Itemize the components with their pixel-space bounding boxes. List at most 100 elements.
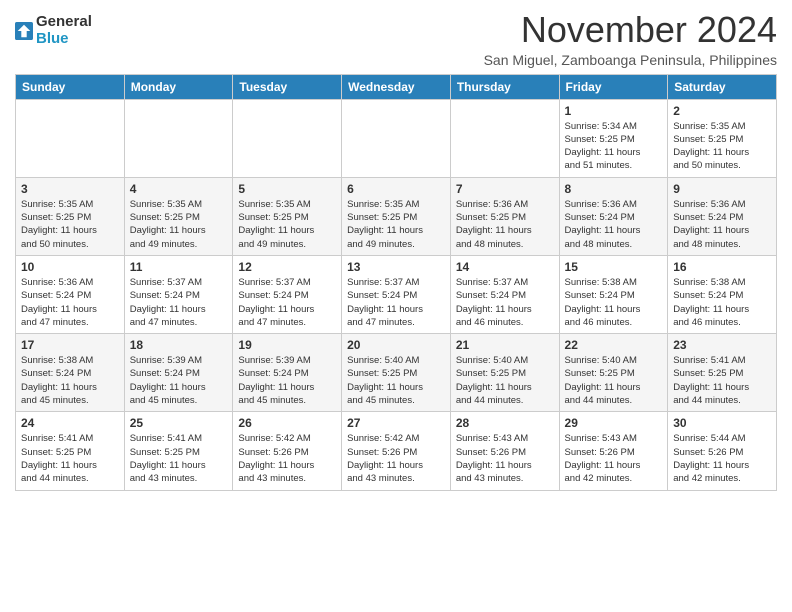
weekday-header-monday: Monday (124, 74, 233, 99)
day-number: 3 (21, 182, 119, 196)
calendar-week-2: 3 Sunrise: 5:35 AM Sunset: 5:25 PM Daylig… (16, 177, 777, 255)
day-info: Sunrise: 5:37 AM Sunset: 5:24 PM Dayligh… (347, 276, 445, 329)
day-info: Sunrise: 5:35 AM Sunset: 5:25 PM Dayligh… (673, 120, 771, 173)
day-info: Sunrise: 5:40 AM Sunset: 5:25 PM Dayligh… (565, 354, 663, 407)
day-number: 26 (238, 416, 336, 430)
day-number: 2 (673, 104, 771, 118)
day-number: 15 (565, 260, 663, 274)
calendar-cell: 19 Sunrise: 5:39 AM Sunset: 5:24 PM Dayli… (233, 334, 342, 412)
location-subtitle: San Miguel, Zamboanga Peninsula, Philipp… (484, 52, 777, 68)
day-number: 18 (130, 338, 228, 352)
day-number: 22 (565, 338, 663, 352)
calendar-cell (233, 99, 342, 177)
day-info: Sunrise: 5:44 AM Sunset: 5:26 PM Dayligh… (673, 432, 771, 485)
day-number: 25 (130, 416, 228, 430)
page-header: General Blue November 2024 San Miguel, Z… (15, 10, 777, 68)
day-info: Sunrise: 5:39 AM Sunset: 5:24 PM Dayligh… (130, 354, 228, 407)
day-number: 13 (347, 260, 445, 274)
calendar-cell (342, 99, 451, 177)
day-number: 30 (673, 416, 771, 430)
calendar-cell: 2 Sunrise: 5:35 AM Sunset: 5:25 PM Daylig… (668, 99, 777, 177)
logo-line1: General (36, 14, 92, 31)
day-info: Sunrise: 5:38 AM Sunset: 5:24 PM Dayligh… (21, 354, 119, 407)
calendar-cell: 5 Sunrise: 5:35 AM Sunset: 5:25 PM Daylig… (233, 177, 342, 255)
title-block: November 2024 San Miguel, Zamboanga Peni… (484, 10, 777, 68)
day-info: Sunrise: 5:36 AM Sunset: 5:24 PM Dayligh… (673, 198, 771, 251)
calendar-cell: 9 Sunrise: 5:36 AM Sunset: 5:24 PM Daylig… (668, 177, 777, 255)
calendar-week-5: 24 Sunrise: 5:41 AM Sunset: 5:25 PM Dayli… (16, 412, 777, 490)
logo-line2: Blue (36, 31, 92, 48)
day-number: 19 (238, 338, 336, 352)
day-info: Sunrise: 5:35 AM Sunset: 5:25 PM Dayligh… (21, 198, 119, 251)
calendar-cell: 4Sunrise: 5:35 AM Sunset: 5:25 PM Daylig… (124, 177, 233, 255)
weekday-header-sunday: Sunday (16, 74, 125, 99)
calendar-cell: 16Sunrise: 5:38 AM Sunset: 5:24 PM Dayli… (668, 255, 777, 333)
calendar-week-4: 17 Sunrise: 5:38 AM Sunset: 5:24 PM Dayli… (16, 334, 777, 412)
weekday-header-tuesday: Tuesday (233, 74, 342, 99)
weekday-header-saturday: Saturday (668, 74, 777, 99)
calendar-cell: 15 Sunrise: 5:38 AM Sunset: 5:24 PM Dayli… (559, 255, 668, 333)
calendar-cell: 7 Sunrise: 5:36 AM Sunset: 5:25 PM Daylig… (450, 177, 559, 255)
logo: General Blue (15, 14, 92, 47)
day-number: 7 (456, 182, 554, 196)
calendar-cell: 13 Sunrise: 5:37 AM Sunset: 5:24 PM Dayli… (342, 255, 451, 333)
calendar-cell: 8 Sunrise: 5:36 AM Sunset: 5:24 PM Daylig… (559, 177, 668, 255)
day-info: Sunrise: 5:41 AM Sunset: 5:25 PM Dayligh… (21, 432, 119, 485)
day-number: 9 (673, 182, 771, 196)
day-info: Sunrise: 5:37 AM Sunset: 5:24 PM Dayligh… (130, 276, 228, 329)
day-info: Sunrise: 5:37 AM Sunset: 5:24 PM Dayligh… (456, 276, 554, 329)
day-info: Sunrise: 5:41 AM Sunset: 5:25 PM Dayligh… (130, 432, 228, 485)
calendar-cell: 3 Sunrise: 5:35 AM Sunset: 5:25 PM Daylig… (16, 177, 125, 255)
day-info: Sunrise: 5:34 AM Sunset: 5:25 PM Dayligh… (565, 120, 663, 173)
calendar-cell: 24 Sunrise: 5:41 AM Sunset: 5:25 PM Dayli… (16, 412, 125, 490)
day-number: 23 (673, 338, 771, 352)
logo-icon (15, 22, 33, 40)
day-info: Sunrise: 5:38 AM Sunset: 5:24 PM Dayligh… (565, 276, 663, 329)
calendar-cell: 29 Sunrise: 5:43 AM Sunset: 5:26 PM Dayli… (559, 412, 668, 490)
day-info: Sunrise: 5:36 AM Sunset: 5:25 PM Dayligh… (456, 198, 554, 251)
calendar-cell: 18 Sunrise: 5:39 AM Sunset: 5:24 PM Dayli… (124, 334, 233, 412)
day-number: 27 (347, 416, 445, 430)
calendar-cell: 1 Sunrise: 5:34 AM Sunset: 5:25 PM Daylig… (559, 99, 668, 177)
weekday-header-thursday: Thursday (450, 74, 559, 99)
day-info: Sunrise: 5:42 AM Sunset: 5:26 PM Dayligh… (238, 432, 336, 485)
calendar-cell: 22 Sunrise: 5:40 AM Sunset: 5:25 PM Dayli… (559, 334, 668, 412)
day-info: Sunrise: 5:42 AM Sunset: 5:26 PM Dayligh… (347, 432, 445, 485)
day-number: 8 (565, 182, 663, 196)
calendar-cell (124, 99, 233, 177)
day-info: Sunrise: 5:35 AM Sunset: 5:25 PM Dayligh… (238, 198, 336, 251)
calendar-week-3: 10Sunrise: 5:36 AM Sunset: 5:24 PM Dayli… (16, 255, 777, 333)
day-number: 16 (673, 260, 771, 274)
day-info: Sunrise: 5:36 AM Sunset: 5:24 PM Dayligh… (565, 198, 663, 251)
day-number: 20 (347, 338, 445, 352)
day-info: Sunrise: 5:43 AM Sunset: 5:26 PM Dayligh… (456, 432, 554, 485)
day-info: Sunrise: 5:40 AM Sunset: 5:25 PM Dayligh… (347, 354, 445, 407)
calendar-cell: 30 Sunrise: 5:44 AM Sunset: 5:26 PM Dayli… (668, 412, 777, 490)
calendar-header-row: SundayMondayTuesdayWednesdayThursdayFrid… (16, 74, 777, 99)
day-number: 28 (456, 416, 554, 430)
calendar-cell (450, 99, 559, 177)
weekday-header-friday: Friday (559, 74, 668, 99)
calendar-cell: 11 Sunrise: 5:37 AM Sunset: 5:24 PM Dayli… (124, 255, 233, 333)
day-number: 17 (21, 338, 119, 352)
day-info: Sunrise: 5:39 AM Sunset: 5:24 PM Dayligh… (238, 354, 336, 407)
day-info: Sunrise: 5:35 AM Sunset: 5:25 PM Dayligh… (130, 198, 228, 251)
day-info: Sunrise: 5:43 AM Sunset: 5:26 PM Dayligh… (565, 432, 663, 485)
day-number: 29 (565, 416, 663, 430)
day-number: 11 (130, 260, 228, 274)
logo-text: General Blue (36, 14, 92, 47)
calendar-cell: 10Sunrise: 5:36 AM Sunset: 5:24 PM Dayli… (16, 255, 125, 333)
day-info: Sunrise: 5:36 AM Sunset: 5:24 PM Dayligh… (21, 276, 119, 329)
calendar-cell: 17 Sunrise: 5:38 AM Sunset: 5:24 PM Dayli… (16, 334, 125, 412)
calendar-cell: 14Sunrise: 5:37 AM Sunset: 5:24 PM Dayli… (450, 255, 559, 333)
calendar-week-1: 1 Sunrise: 5:34 AM Sunset: 5:25 PM Daylig… (16, 99, 777, 177)
month-title: November 2024 (484, 10, 777, 50)
day-info: Sunrise: 5:41 AM Sunset: 5:25 PM Dayligh… (673, 354, 771, 407)
calendar-table: SundayMondayTuesdayWednesdayThursdayFrid… (15, 74, 777, 491)
calendar-cell: 20 Sunrise: 5:40 AM Sunset: 5:25 PM Dayli… (342, 334, 451, 412)
day-number: 5 (238, 182, 336, 196)
day-number: 24 (21, 416, 119, 430)
calendar-cell: 6Sunrise: 5:35 AM Sunset: 5:25 PM Daylig… (342, 177, 451, 255)
day-number: 1 (565, 104, 663, 118)
calendar-cell: 23 Sunrise: 5:41 AM Sunset: 5:25 PM Dayli… (668, 334, 777, 412)
